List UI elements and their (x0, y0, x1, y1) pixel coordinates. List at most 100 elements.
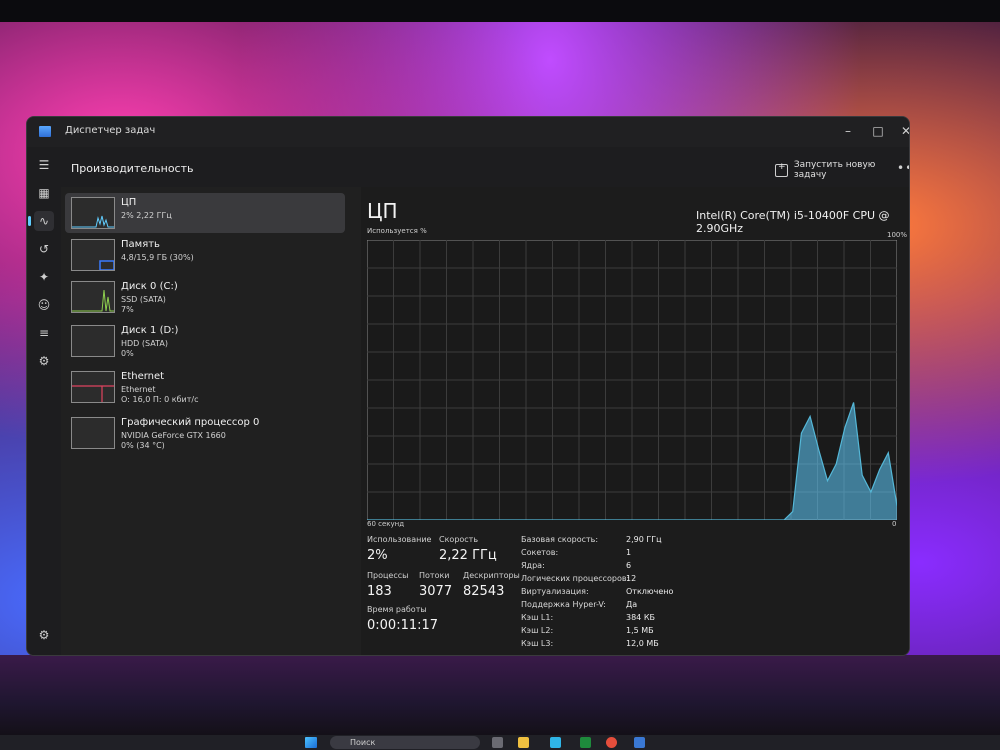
settings-gear-icon[interactable]: ⚙ (34, 625, 54, 645)
disk1-mini-graph (71, 325, 115, 357)
run-new-task-button[interactable]: Запустить новую задачу (775, 160, 909, 180)
device-item-disk1[interactable]: Диск 1 (D:) HDD (SATA) 0% (65, 321, 345, 361)
performance-icon[interactable]: ∿ (28, 211, 54, 231)
spec-key: Базовая скорость: (521, 535, 599, 544)
device-item-memory[interactable]: Память 4,8/15,9 ГБ (30%) (65, 235, 345, 275)
spec-key: Кэш L2: (521, 626, 554, 635)
details-icon[interactable]: ≡ (34, 323, 54, 343)
users-icon[interactable]: ☺ (34, 295, 54, 315)
task-manager-window: Диспетчер задач – □ ✕ ☰ ▦ ∿ ↺ ✦ ☺ ≡ ⚙ ⚙ … (26, 116, 910, 656)
device-name: Диск 0 (C:) (121, 281, 178, 292)
threads-label: Потоки (419, 571, 450, 580)
graph-time-label: 60 секунд (367, 520, 405, 528)
gpu-mini-graph (71, 417, 115, 449)
maximize-button[interactable]: □ (863, 120, 893, 142)
spec-value: 2,90 ГГц (626, 535, 662, 544)
device-name: Ethernet (121, 371, 165, 382)
task-manager-app-icon (39, 126, 51, 137)
cpu-mini-graph (71, 197, 115, 229)
store-icon[interactable] (580, 737, 591, 748)
processes-icon[interactable]: ▦ (34, 183, 54, 203)
performance-device-list: ЦП 2% 2,22 ГГц Память 4,8/15,9 ГБ (30%) … (61, 187, 361, 655)
device-sub1: Ethernet (121, 385, 156, 394)
device-name: ЦП (121, 197, 137, 208)
processes-value: 183 (367, 584, 392, 599)
chrome-icon[interactable] (606, 737, 617, 748)
run-task-label: Запустить новую задачу (793, 160, 876, 180)
device-sub1: SSD (SATA) (121, 295, 166, 304)
task-manager-taskbar-icon[interactable] (634, 737, 645, 748)
cpu-detail-panel: ЦП Intel(R) Core(TM) i5-10400F CPU @ 2.9… (361, 187, 909, 655)
spec-value: 12,0 МБ (626, 639, 659, 648)
device-name: Память (121, 239, 160, 250)
hamburger-menu-icon[interactable]: ☰ (34, 155, 54, 175)
speed-label: Скорость (439, 535, 479, 544)
device-sub1: HDD (SATA) (121, 339, 168, 348)
app-history-icon[interactable]: ↺ (34, 239, 54, 259)
spec-key: Кэш L3: (521, 639, 554, 648)
uptime-label: Время работы (367, 605, 427, 614)
uptime-value: 0:00:11:17 (367, 618, 439, 633)
speed-value: 2,22 ГГц (439, 548, 497, 563)
more-options-button[interactable]: ••• (897, 161, 909, 175)
usage-value: 2% (367, 548, 388, 563)
spec-value: 1 (626, 548, 632, 557)
taskview-icon[interactable] (492, 737, 503, 748)
minimize-button[interactable]: – (833, 120, 863, 142)
edge-icon[interactable] (550, 737, 561, 748)
graph-min-label: 0 (892, 520, 897, 528)
device-name: Графический процессор 0 (121, 417, 260, 428)
device-name: Диск 1 (D:) (121, 325, 179, 336)
device-sub1: NVIDIA GeForce GTX 1660 (121, 431, 226, 440)
device-sub2: 7% (121, 305, 134, 314)
disk0-mini-graph (71, 281, 115, 313)
services-icon[interactable]: ⚙ (34, 351, 54, 371)
device-item-gpu[interactable]: Графический процессор 0 NVIDIA GeForce G… (65, 413, 345, 453)
spec-value: 6 (626, 561, 632, 570)
graph-max-label: 100% (887, 231, 908, 239)
device-item-disk0[interactable]: Диск 0 (C:) SSD (SATA) 7% (65, 277, 345, 317)
cpu-usage-graph (367, 240, 897, 520)
close-button[interactable]: ✕ (891, 120, 909, 142)
device-sub1: 2% 2,22 ГГц (121, 211, 172, 220)
monitor-bezel (0, 0, 1000, 22)
device-item-ethernet[interactable]: Ethernet Ethernet О: 16,0 П: 0 кбит/с (65, 367, 345, 407)
spec-key: Кэш L1: (521, 613, 554, 622)
taskbar-search-label: Поиск (350, 738, 376, 747)
nav-rail: ☰ ▦ ∿ ↺ ✦ ☺ ≡ ⚙ ⚙ (27, 147, 61, 655)
spec-key: Поддержка Hyper-V: (521, 600, 606, 609)
desktop-wallpaper (0, 655, 1000, 735)
ethernet-mini-graph (71, 371, 115, 403)
spec-value: Отключено (626, 587, 674, 596)
spec-key: Виртуализация: (521, 587, 589, 596)
spec-value: 384 КБ (626, 613, 655, 622)
file-explorer-icon[interactable] (518, 737, 529, 748)
windows-taskbar: Поиск (0, 735, 1000, 750)
device-sub2: 0% (34 °C) (121, 441, 165, 450)
threads-value: 3077 (419, 584, 453, 599)
handles-value: 82543 (463, 584, 505, 599)
device-sub1: 4,8/15,9 ГБ (30%) (121, 253, 194, 262)
graph-y-label: Используется % (367, 227, 427, 235)
taskbar-search-box[interactable]: Поиск (330, 736, 480, 749)
page-header: Производительность Запустить новую задач… (61, 147, 909, 187)
spec-value: 12 (626, 574, 637, 583)
start-button-icon[interactable] (305, 737, 317, 748)
memory-mini-graph (71, 239, 115, 271)
processes-label: Процессы (367, 571, 409, 580)
spec-key: Ядра: (521, 561, 545, 570)
title-bar[interactable]: Диспетчер задач – □ ✕ (27, 117, 909, 147)
spec-key: Сокетов: (521, 548, 559, 557)
window-title: Диспетчер задач (65, 125, 156, 136)
startup-apps-icon[interactable]: ✦ (34, 267, 54, 287)
spec-key: Логических процессоров: (521, 574, 630, 583)
run-task-icon (775, 162, 788, 177)
handles-label: Дескрипторы (463, 571, 520, 580)
cpu-model: Intel(R) Core(TM) i5-10400F CPU @ 2.90GH… (696, 209, 890, 235)
spec-value: Да (626, 600, 638, 609)
device-item-cpu[interactable]: ЦП 2% 2,22 ГГц (65, 193, 345, 233)
usage-label: Использование (367, 535, 432, 544)
device-sub2: О: 16,0 П: 0 кбит/с (121, 395, 199, 404)
cpu-heading: ЦП (367, 199, 398, 223)
device-sub2: 0% (121, 349, 134, 358)
